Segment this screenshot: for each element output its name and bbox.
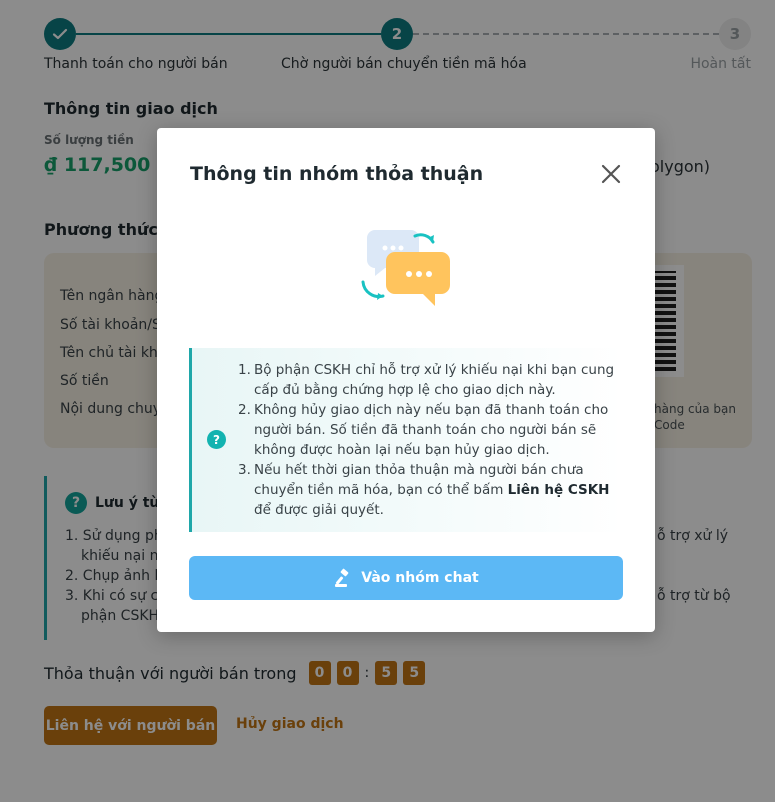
join-chat-button[interactable]: Vào nhóm chat <box>189 556 623 600</box>
agreement-info-box: ? 1. Bộ phận CSKH chỉ hỗ trợ xử lý khiếu… <box>189 348 623 532</box>
agreement-rules-list: 1. Bộ phận CSKH chỉ hỗ trợ xử lý khiếu n… <box>238 360 618 520</box>
contact-support-text: Liên hệ CSKH <box>507 482 610 498</box>
question-icon: ? <box>207 430 226 449</box>
chat-bubbles-icon <box>353 224 463 314</box>
list-item: 2. Không hủy giao dịch này nếu bạn đã th… <box>238 400 618 460</box>
list-item-text: Nếu hết thời gian thỏa thuận mà người bá… <box>254 460 618 520</box>
list-item-number: 1. <box>238 362 251 378</box>
close-icon[interactable] <box>597 160 625 188</box>
agreement-group-modal: Thông tin nhóm thỏa thuận ? 1. Bộ phận C… <box>157 128 655 632</box>
list-item: 1. Bộ phận CSKH chỉ hỗ trợ xử lý khiếu n… <box>238 360 618 400</box>
list-item-text: Bộ phận CSKH chỉ hỗ trợ xử lý khiếu nại … <box>254 362 615 398</box>
join-chat-label: Vào nhóm chat <box>361 570 479 586</box>
list-item-text: Không hủy giao dịch này nếu bạn đã thanh… <box>254 402 609 458</box>
list-item: 3. Nếu hết thời gian thỏa thuận mà người… <box>238 460 618 520</box>
gavel-icon <box>335 568 349 587</box>
list-item-number: 2. <box>238 402 251 418</box>
modal-title: Thông tin nhóm thỏa thuận <box>190 163 484 185</box>
list-item-text-after: để được giải quyết. <box>254 502 384 518</box>
list-item-number: 3. <box>238 462 251 478</box>
